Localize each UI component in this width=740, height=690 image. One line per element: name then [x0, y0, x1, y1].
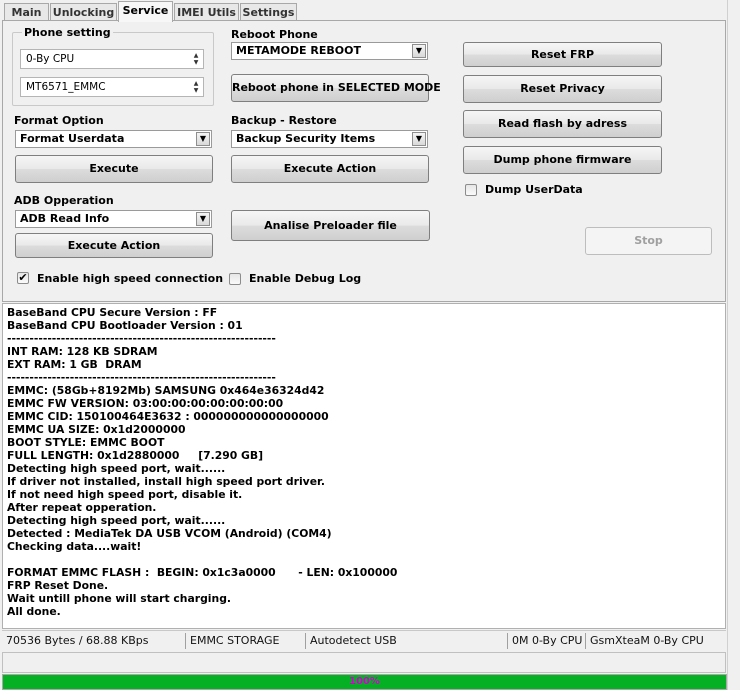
dump-userdata-checkbox[interactable]: [465, 184, 477, 196]
status-storage: EMMC STORAGE: [185, 633, 279, 649]
storage-select-value: MT6571_EMMC: [26, 81, 106, 93]
reboot-phone-title: Reboot Phone: [231, 28, 318, 41]
log-line: FULL LENGTH: 0x1d2880000 [7.290 GB]: [7, 449, 264, 462]
format-option-select[interactable]: Format Userdata ▼: [15, 130, 212, 148]
log-line: If not need high speed port, disable it.: [7, 488, 243, 501]
dropdown-arrow-icon[interactable]: ▼: [196, 212, 210, 226]
format-option-value: Format Userdata: [20, 132, 125, 145]
spin-arrows-icon[interactable]: ▲ ▼: [191, 52, 201, 66]
read-flash-by-address-button[interactable]: Read flash by adress: [463, 110, 662, 138]
format-execute-button[interactable]: Execute: [15, 155, 213, 183]
status-cpu: 0M 0-By CPU: [507, 633, 582, 649]
backup-restore-select[interactable]: Backup Security Items ▼: [231, 130, 428, 148]
log-line: Checking data....wait!: [7, 540, 142, 553]
debug-log-checkbox[interactable]: [229, 273, 241, 285]
progress-text: 100%: [349, 676, 380, 687]
analise-preloader-button[interactable]: Analise Preloader file: [231, 210, 430, 241]
window-edge: [727, 0, 740, 690]
log-line: FORMAT EMMC FLASH : BEGIN: 0x1c3a0000 - …: [7, 566, 398, 579]
status-spacer: [2, 652, 726, 673]
log-line: Detected : MediaTek DA USB VCOM (Android…: [7, 527, 332, 540]
reboot-mode-value: METAMODE REBOOT: [236, 44, 361, 57]
reboot-selected-mode-button[interactable]: Reboot phone in SELECTED MODE: [231, 74, 441, 102]
backup-restore-value: Backup Security Items: [236, 132, 376, 145]
log-line: BOOT STYLE: EMMC BOOT: [7, 436, 165, 449]
log-line: ----------------------------------------…: [7, 332, 276, 345]
phone-setting-title: Phone setting: [22, 26, 113, 39]
log-line: EXT RAM: 1 GB DRAM: [7, 358, 142, 371]
log-line: Detecting high speed port, wait......: [7, 462, 226, 475]
tab-unlocking[interactable]: Unlocking: [50, 3, 117, 20]
log-line: Wait untill phone will start charging.: [7, 592, 232, 605]
status-bar: 70536 Bytes / 68.88 KBps EMMC STORAGE Au…: [2, 630, 726, 650]
stop-button[interactable]: Stop: [585, 227, 712, 255]
reset-frp-button[interactable]: Reset FRP: [463, 42, 662, 67]
log-line: EMMC UA SIZE: 0x1d2000000: [7, 423, 186, 436]
high-speed-checkbox[interactable]: ✔: [17, 272, 29, 284]
reset-privacy-button[interactable]: Reset Privacy: [463, 75, 662, 103]
dump-userdata-label: Dump UserData: [485, 183, 583, 196]
log-line: EMMC CID: 150100464E3632 : 0000000000000…: [7, 410, 329, 423]
tab-settings[interactable]: Settings: [240, 3, 297, 20]
adb-operation-value: ADB Read Info: [20, 212, 110, 225]
debug-log-label: Enable Debug Log: [249, 272, 362, 285]
backup-execute-action-button[interactable]: Execute Action: [231, 155, 429, 183]
adb-operation-title: ADB Opperation: [14, 194, 114, 207]
checkmark-icon: ✔: [18, 271, 28, 284]
reboot-mode-select[interactable]: METAMODE REBOOT ▼: [231, 42, 428, 60]
format-option-title: Format Option: [14, 114, 104, 127]
log-line: If driver not installed, install high sp…: [7, 475, 325, 488]
progress-bar: 100%: [2, 674, 727, 690]
spin-arrows-icon[interactable]: ▲ ▼: [191, 80, 201, 94]
log-line: EMMC: (58Gb+8192Mb) SAMSUNG 0x464e36324d…: [7, 384, 325, 397]
dump-phone-firmware-button[interactable]: Dump phone firmware: [463, 146, 662, 174]
status-usb: Autodetect USB: [305, 633, 397, 649]
status-bytes: 70536 Bytes / 68.88 KBps: [6, 634, 149, 647]
log-line: EMMC FW VERSION: 03:00:00:00:00:00:00:00: [7, 397, 284, 410]
log-line: BaseBand CPU Bootloader Version : 01: [7, 319, 243, 332]
log-line: ----------------------------------------…: [7, 371, 276, 384]
log-output[interactable]: BaseBand CPU Secure Version : FF BaseBand…: [2, 303, 726, 629]
log-line: FRP Reset Done.: [7, 579, 109, 592]
tab-main[interactable]: Main: [4, 3, 49, 20]
dropdown-arrow-icon[interactable]: ▼: [196, 132, 210, 146]
backup-restore-title: Backup - Restore: [231, 114, 337, 127]
cpu-select[interactable]: 0-By CPU ▲ ▼: [20, 49, 204, 69]
tab-imei-utils[interactable]: IMEI Utils: [174, 3, 239, 20]
cpu-select-value: 0-By CPU: [26, 53, 75, 65]
dropdown-arrow-icon[interactable]: ▼: [412, 44, 426, 58]
adb-operation-select[interactable]: ADB Read Info ▼: [15, 210, 212, 228]
tab-service[interactable]: Service: [118, 1, 173, 22]
log-line: Detecting high speed port, wait......: [7, 514, 226, 527]
log-line: After repeat opperation.: [7, 501, 157, 514]
high-speed-label: Enable high speed connection: [37, 272, 224, 285]
dropdown-arrow-icon[interactable]: ▼: [412, 132, 426, 146]
adb-execute-action-button[interactable]: Execute Action: [15, 233, 213, 258]
log-line: All done.: [7, 605, 61, 618]
status-team: GsmXteaM 0-By CPU: [585, 633, 704, 649]
log-line: INT RAM: 128 KB SDRAM: [7, 345, 158, 358]
log-line: BaseBand CPU Secure Version : FF: [7, 306, 218, 319]
storage-select[interactable]: MT6571_EMMC ▲ ▼: [20, 77, 204, 97]
